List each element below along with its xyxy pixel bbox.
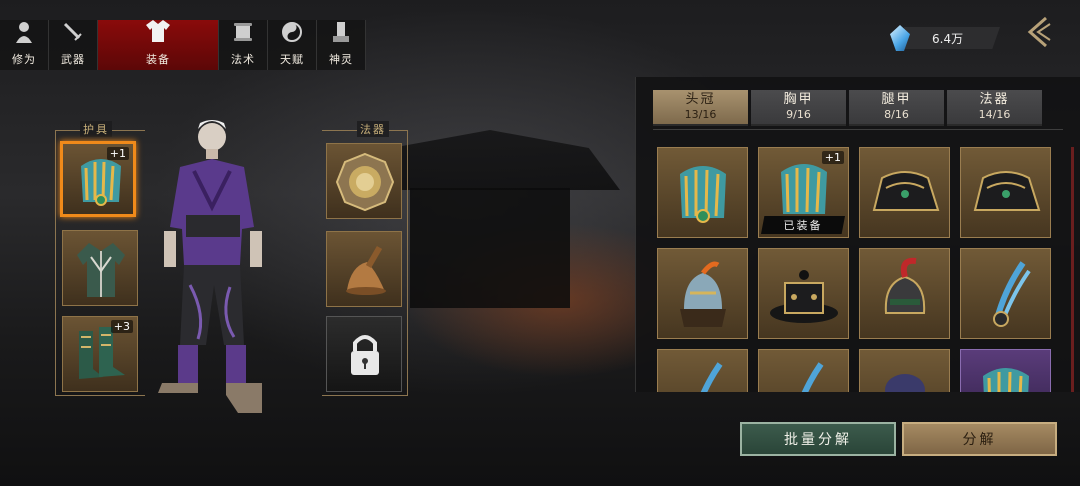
inventory-grid: +1 已装备: [657, 147, 1063, 392]
tab-weapon[interactable]: 武器: [49, 20, 98, 70]
feather-hairpin-icon: [993, 261, 1031, 327]
category-name: 头冠: [685, 92, 716, 107]
artifact-slot-1[interactable]: [326, 143, 402, 219]
artifact-slot-2[interactable]: [326, 231, 402, 307]
armor-slot-legs[interactable]: +3: [62, 316, 138, 392]
inventory-item[interactable]: [657, 147, 748, 238]
inventory-scrollbar[interactable]: [1071, 147, 1074, 392]
category-tab-headgear[interactable]: 头冠 13/16: [653, 90, 748, 126]
category-tabs: 头冠 13/16 胸甲 9/16 腿甲 8/16 法器 14/16: [653, 90, 1042, 126]
tab-label: 法术: [231, 53, 255, 66]
bagua-mirror-icon: [335, 152, 395, 212]
armor-group-label: 护具: [80, 121, 112, 137]
tab-cultivation[interactable]: 修为: [0, 20, 49, 70]
plumed-helmet-icon: [884, 257, 926, 314]
inventory-item[interactable]: [657, 349, 748, 392]
category-count: 14/16: [978, 108, 1011, 121]
scroll-icon: [232, 21, 254, 49]
upgrade-level-badge: +3: [110, 320, 133, 333]
crown-icon: [983, 368, 1029, 392]
bell-icon: [346, 245, 386, 295]
tab-deity[interactable]: 神灵: [317, 20, 366, 70]
upgrade-level-badge: +1: [821, 151, 844, 164]
yin-yang-icon: [281, 21, 303, 49]
batch-decompose-button[interactable]: 批量分解: [740, 422, 896, 456]
tab-label: 修为: [12, 53, 36, 66]
tab-label: 天赋: [280, 53, 304, 66]
robe-armor-icon: [77, 243, 125, 297]
inventory-item[interactable]: [859, 147, 950, 238]
artifact-slot-locked[interactable]: [326, 316, 402, 392]
hair-bun-icon: [885, 374, 925, 392]
tab-label: 装备: [146, 53, 170, 66]
category-name: 胸甲: [783, 92, 814, 107]
category-count: 9/16: [786, 108, 811, 121]
category-name: 法器: [979, 92, 1010, 107]
feather-hairpin-icon: [801, 362, 824, 392]
category-count: 13/16: [684, 108, 717, 121]
back-button[interactable]: [1022, 14, 1058, 50]
category-tab-chest[interactable]: 胸甲 9/16: [751, 90, 846, 126]
tab-equipment[interactable]: 装备: [98, 20, 219, 70]
category-name: 腿甲: [881, 92, 912, 107]
sword-icon: [62, 21, 84, 49]
category-tab-artifact[interactable]: 法器 14/16: [947, 90, 1042, 126]
cultivation-figure-icon: [14, 21, 34, 49]
inventory-item[interactable]: [859, 349, 950, 392]
character-model: [150, 115, 285, 420]
shrine-icon: [331, 21, 351, 49]
war-helmet-icon: [680, 261, 726, 327]
tab-label: 神灵: [329, 53, 353, 66]
upgrade-level-badge: +1: [106, 147, 129, 160]
inventory-item[interactable]: [960, 147, 1051, 238]
inventory-item[interactable]: [758, 248, 849, 339]
robe-icon: [145, 19, 171, 49]
official-hat-icon: [770, 270, 838, 323]
tab-spells[interactable]: 法术: [219, 20, 268, 70]
inventory-item[interactable]: [859, 248, 950, 339]
inventory-item-equipped[interactable]: +1 已装备: [758, 147, 849, 238]
currency-amount: 6.4万: [904, 27, 1000, 49]
lock-icon: [351, 335, 379, 375]
panel-divider: [653, 129, 1063, 130]
background-pagoda: [410, 188, 570, 308]
back-arrow-icon: [1027, 16, 1051, 48]
inventory-item[interactable]: [960, 248, 1051, 339]
category-tab-legs[interactable]: 腿甲 8/16: [849, 90, 944, 126]
inventory-panel: 头冠 13/16 胸甲 9/16 腿甲 8/16 法器 14/16 +1 已装备: [635, 77, 1080, 392]
equipped-badge: 已装备: [761, 216, 845, 234]
decompose-button[interactable]: 分解: [902, 422, 1057, 456]
currency-display: 6.4万: [890, 25, 1000, 51]
tab-label: 武器: [61, 53, 85, 66]
crown-icon: [680, 166, 726, 223]
inventory-item[interactable]: [657, 248, 748, 339]
category-count: 8/16: [884, 108, 909, 121]
feather-hairpin-icon: [700, 362, 723, 392]
inventory-item[interactable]: [960, 349, 1051, 392]
armor-slot-head[interactable]: +1: [60, 141, 136, 217]
scholar-hat-icon: [973, 171, 1041, 211]
scholar-hat-icon: [872, 171, 940, 211]
inventory-item[interactable]: [758, 349, 849, 392]
armor-slot-chest[interactable]: [62, 230, 138, 306]
artifact-group-label: 法器: [357, 121, 389, 137]
tab-talent[interactable]: 天赋: [268, 20, 317, 70]
top-tab-bar: 修为 武器 装备 法术 天赋 神灵: [0, 20, 366, 70]
